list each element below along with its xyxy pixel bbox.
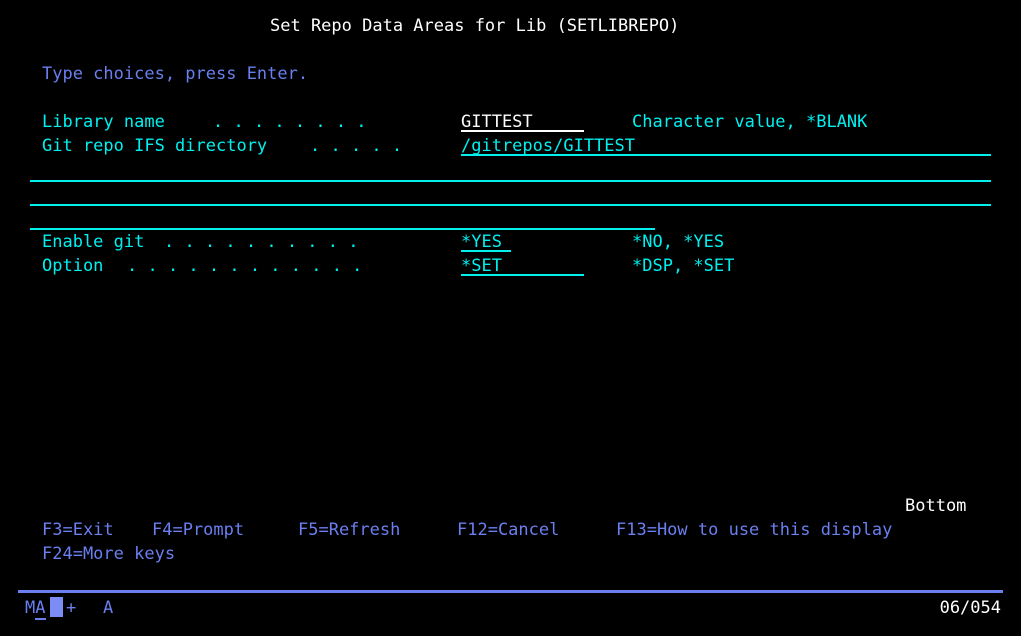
param-choices-enable-git: *NO, *YES bbox=[632, 232, 725, 252]
page-title: Set Repo Data Areas for Lib (SETLIBREPO) bbox=[270, 16, 680, 36]
param-choices-option: *DSP, *SET bbox=[632, 256, 735, 276]
param-row-enable-git: Enable git . . . . . . . . . . *YES *NO,… bbox=[0, 230, 1021, 254]
param-label-ifs-directory: Git repo IFS directory bbox=[42, 136, 268, 156]
title-row: Set Repo Data Areas for Lib (SETLIBREPO) bbox=[0, 14, 1021, 38]
param-label-enable-git: Enable git bbox=[42, 232, 145, 252]
function-key-row-1: F3=Exit F4=Prompt F5=Refresh F12=Cancel … bbox=[0, 518, 1021, 542]
function-key-f4[interactable]: F4=Prompt bbox=[152, 518, 244, 542]
status-cursor-block bbox=[50, 597, 63, 617]
status-cursor-position: 06/054 bbox=[939, 598, 1001, 618]
library-name-input[interactable]: GITTEST bbox=[461, 110, 584, 132]
status-system-m: M bbox=[25, 598, 36, 618]
param-leader-library-name: . . . . . . . . bbox=[213, 112, 367, 132]
param-leader-ifs-directory: . . . . . bbox=[310, 136, 403, 156]
status-system-indicator: MA bbox=[25, 596, 46, 620]
enable-git-input[interactable]: *YES bbox=[461, 230, 511, 252]
param-label-option: Option bbox=[42, 256, 104, 276]
param-label-library-name: Library name bbox=[42, 112, 165, 132]
function-key-f13[interactable]: F13=How to use this display bbox=[616, 518, 892, 542]
function-key-f3[interactable]: F3=Exit bbox=[42, 518, 114, 542]
param-row-library-name: Library name . . . . . . . . GITTEST Cha… bbox=[0, 110, 1021, 134]
page-indicator: Bottom bbox=[905, 496, 967, 516]
param-leader-enable-git: . . . . . . . . . . bbox=[164, 232, 359, 252]
status-bar: MA + A 06/054 bbox=[0, 596, 1021, 622]
function-key-f5[interactable]: F5=Refresh bbox=[298, 518, 400, 542]
function-key-f24[interactable]: F24=More keys bbox=[42, 542, 175, 566]
function-key-f12[interactable]: F12=Cancel bbox=[457, 518, 559, 542]
instruction-row: Type choices, press Enter. bbox=[0, 62, 1021, 86]
option-input[interactable]: *SET bbox=[461, 254, 584, 276]
terminal-screen[interactable]: Set Repo Data Areas for Lib (SETLIBREPO)… bbox=[0, 0, 1021, 636]
continuation-rule-1[interactable] bbox=[30, 180, 991, 182]
ifs-directory-input[interactable]: /gitrepos/GITTEST bbox=[461, 134, 991, 156]
instruction-text: Type choices, press Enter. bbox=[42, 64, 309, 84]
function-key-row-2: F24=More keys bbox=[0, 542, 1021, 566]
param-choices-library-name: Character value, *BLANK bbox=[632, 112, 868, 132]
param-leader-option: . . . . . . . . . . . . bbox=[127, 256, 363, 276]
status-keyboard-indicator: A bbox=[103, 598, 114, 618]
param-row-ifs-directory: Git repo IFS directory . . . . . /gitrep… bbox=[0, 134, 1021, 158]
status-insert-indicator: + bbox=[66, 598, 77, 618]
page-indicator-row: Bottom bbox=[0, 494, 1021, 518]
param-row-option: Option . . . . . . . . . . . . *SET *DSP… bbox=[0, 254, 1021, 278]
status-system-a: A bbox=[35, 598, 46, 620]
continuation-rule-2[interactable] bbox=[30, 204, 991, 206]
status-bar-separator bbox=[18, 590, 1003, 593]
